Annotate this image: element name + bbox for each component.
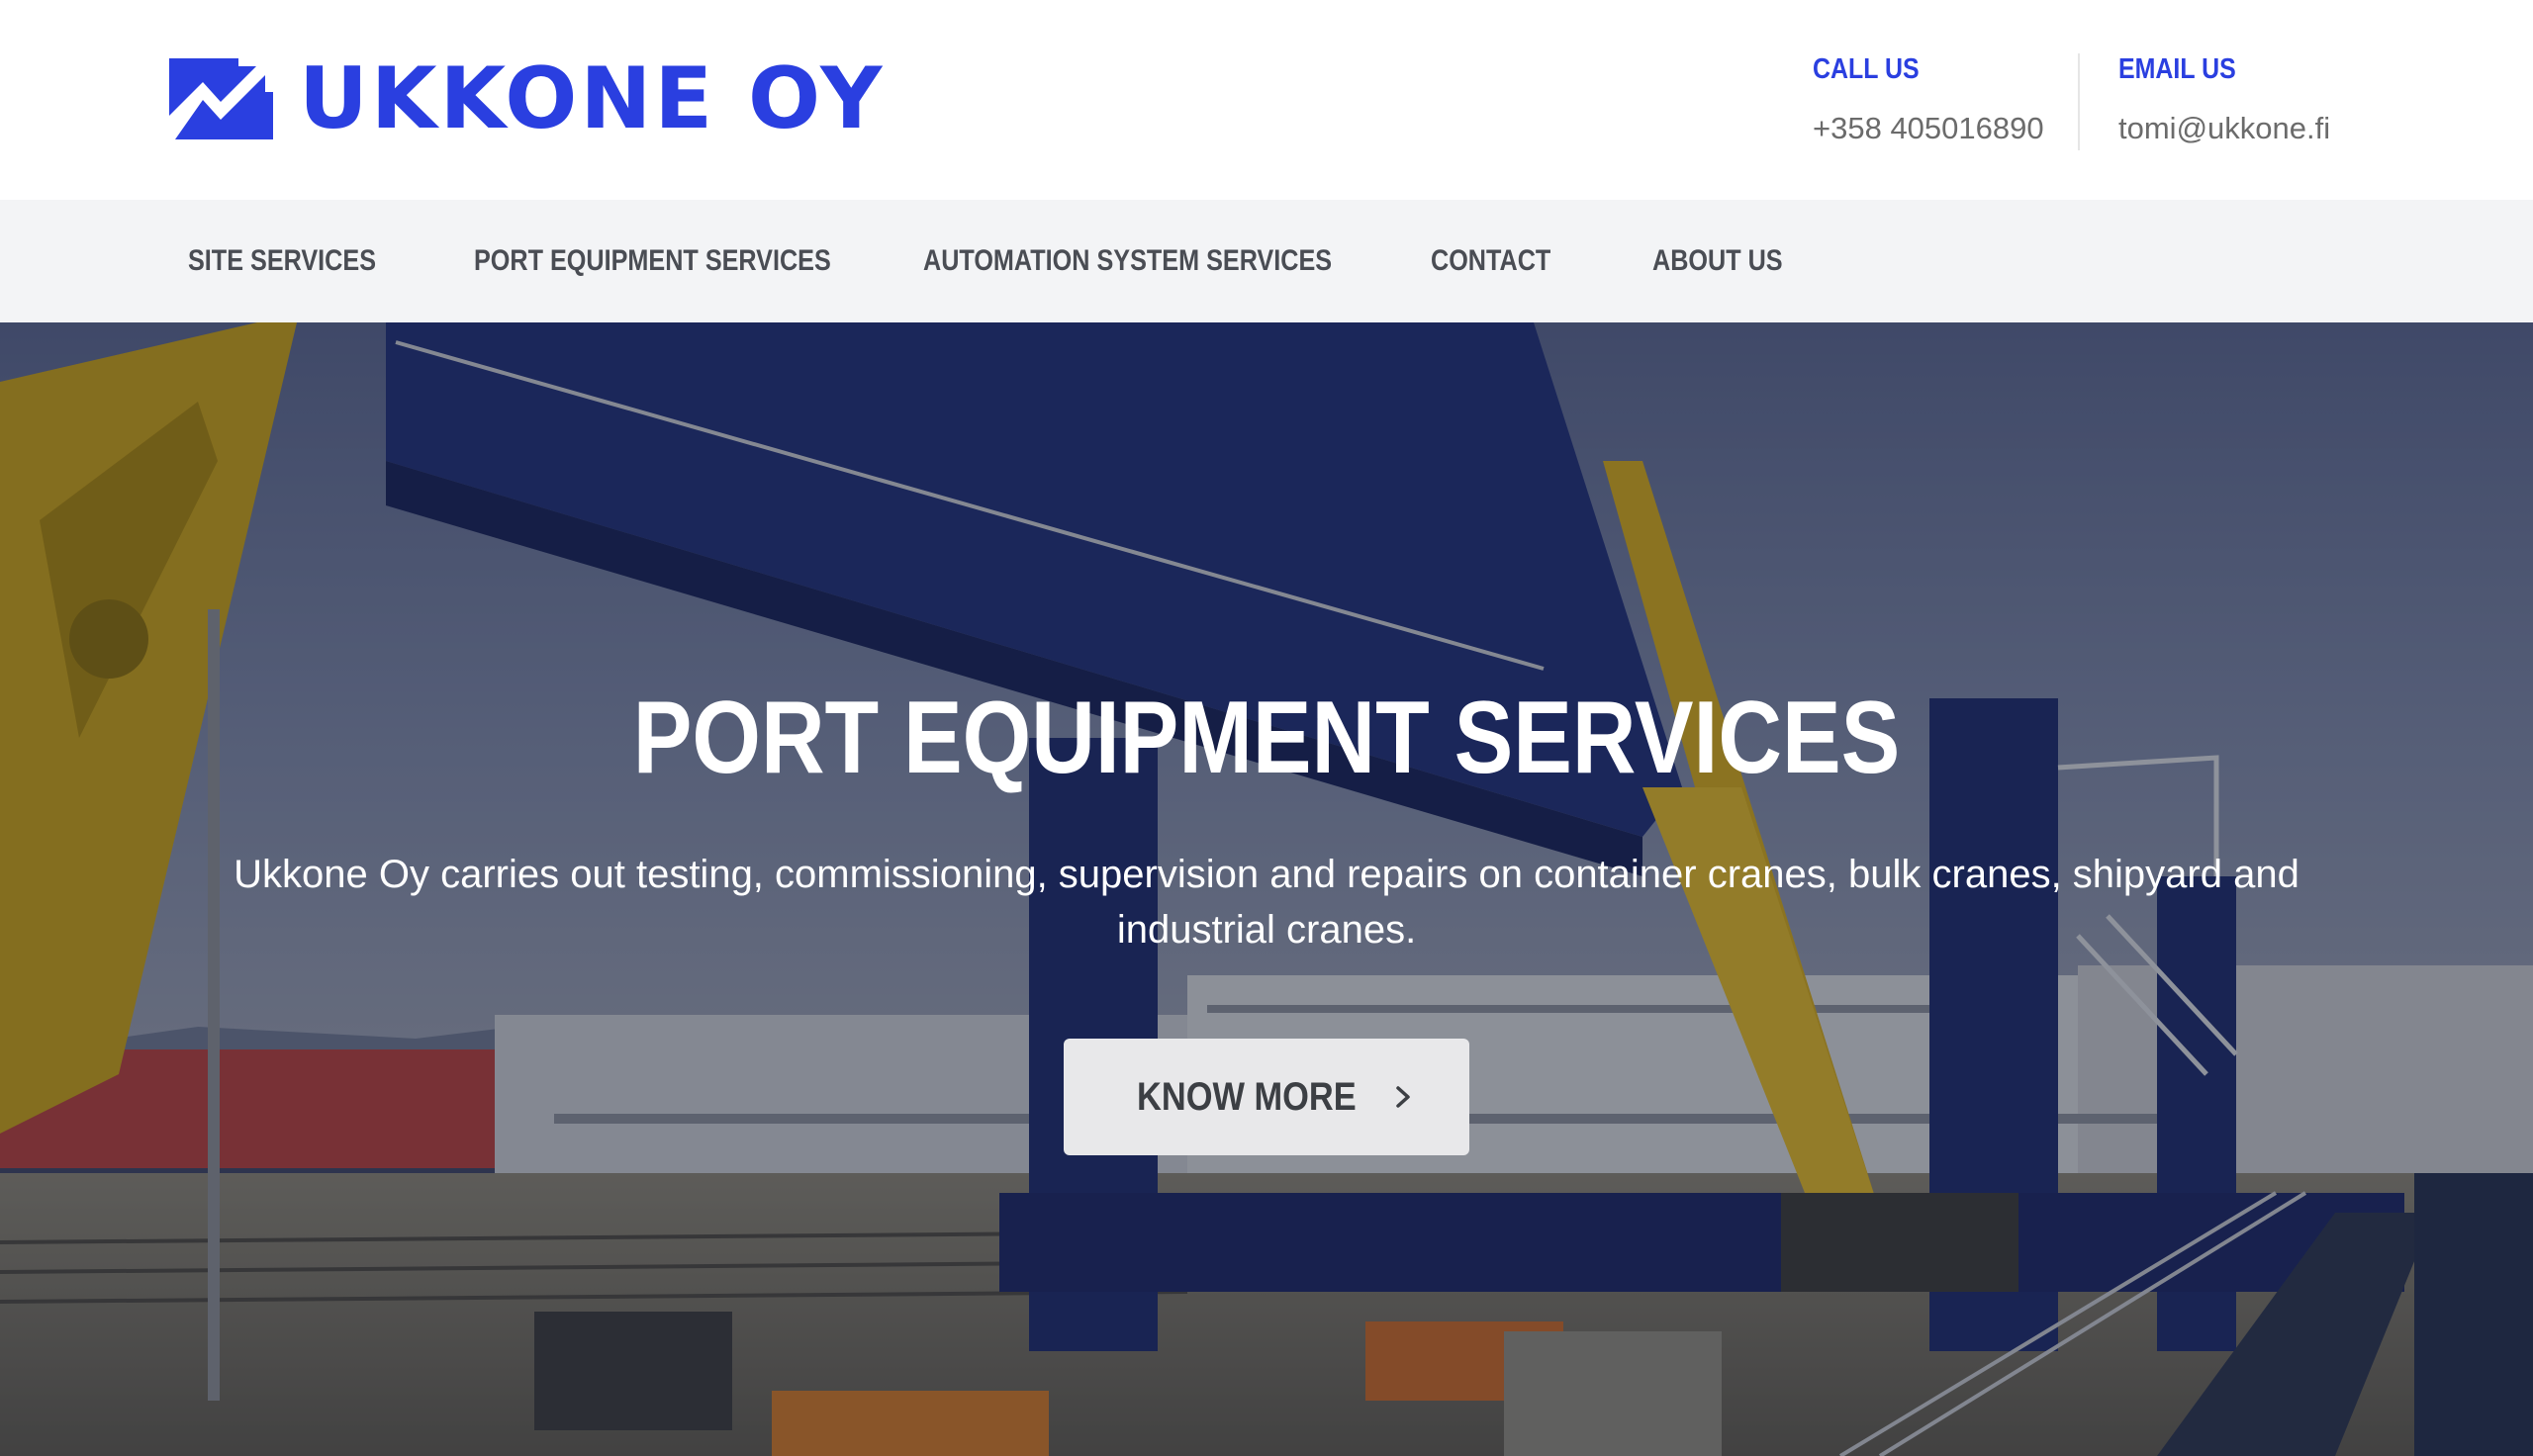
call-us-label: CALL US <box>1813 53 1920 85</box>
chevron-right-icon <box>1396 1086 1410 1108</box>
know-more-label: KNOW MORE <box>1137 1074 1357 1119</box>
main-nav: SITE SERVICES PORT EQUIPMENT SERVICES AU… <box>0 200 2533 322</box>
site-header: UKKONE OY CALL US +358 405016890 EMAIL U… <box>0 0 2533 200</box>
know-more-button[interactable]: KNOW MORE <box>1064 1039 1469 1155</box>
phone-number-link[interactable]: +358 405016890 <box>1813 109 2044 148</box>
nav-item-about-us[interactable]: ABOUT US <box>1652 200 1783 322</box>
nav-list: SITE SERVICES PORT EQUIPMENT SERVICES AU… <box>0 200 2533 322</box>
nav-item-site-services[interactable]: SITE SERVICES <box>188 200 376 322</box>
logo-link[interactable]: UKKONE OY <box>169 54 885 143</box>
call-us-block: CALL US +358 405016890 <box>1813 51 2044 148</box>
nav-item-port-equipment-services[interactable]: PORT EQUIPMENT SERVICES <box>474 200 831 322</box>
nav-item-automation-system-services[interactable]: AUTOMATION SYSTEM SERVICES <box>923 200 1332 322</box>
contact-divider <box>2078 53 2080 150</box>
hero-section: PORT EQUIPMENT SERVICES Ukkone Oy carrie… <box>0 322 2533 1456</box>
logo-lightning-icon <box>169 58 273 139</box>
email-us-label: EMAIL US <box>2118 53 2236 85</box>
nav-item-contact[interactable]: CONTACT <box>1431 200 1550 322</box>
email-us-block: EMAIL US tomi@ukkone.fi <box>2118 51 2330 148</box>
hero-title: PORT EQUIPMENT SERVICES <box>632 681 1901 795</box>
hero-description: Ukkone Oy carries out testing, commissio… <box>234 853 2299 952</box>
brand-name: UKKONE OY <box>299 49 886 148</box>
email-link[interactable]: tomi@ukkone.fi <box>2118 109 2330 148</box>
